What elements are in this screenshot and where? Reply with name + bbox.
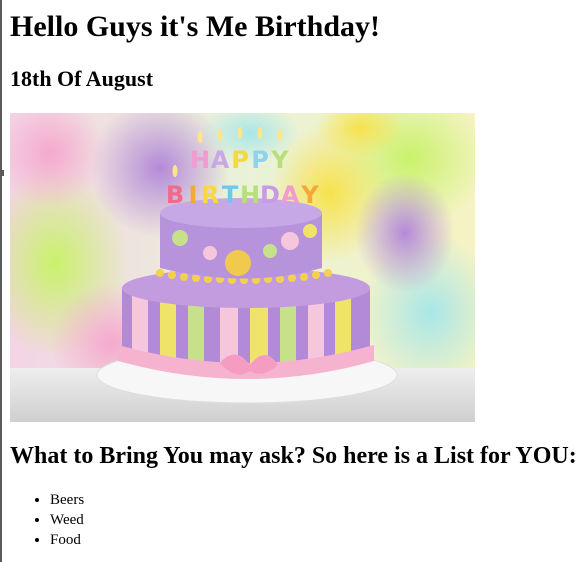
svg-text:R: R xyxy=(201,181,219,209)
svg-text:Y: Y xyxy=(300,181,319,209)
svg-text:P: P xyxy=(231,146,249,174)
svg-text:H: H xyxy=(240,181,260,209)
window-edge-mark xyxy=(0,170,4,176)
window-left-edge xyxy=(0,0,4,562)
list-heading: What to Bring You may ask? So here is a … xyxy=(10,443,577,469)
svg-text:H: H xyxy=(190,146,210,174)
svg-text:B: B xyxy=(166,181,184,209)
bring-list: Beers Weed Food xyxy=(10,490,84,550)
svg-text:P: P xyxy=(251,146,269,174)
svg-text:A: A xyxy=(281,181,300,209)
svg-text:T: T xyxy=(222,181,239,209)
list-item: Weed xyxy=(50,510,84,530)
birthday-date: 18th Of August xyxy=(10,66,154,91)
svg-text:Y: Y xyxy=(270,146,289,174)
list-item: Food xyxy=(50,530,84,550)
svg-text:D: D xyxy=(260,181,280,209)
birthday-cake-image: H A P P Y B I R T H D A Y xyxy=(10,113,475,422)
page-title: Hello Guys it's Me Birthday! xyxy=(10,10,380,43)
list-item: Beers xyxy=(50,490,84,510)
svg-text:A: A xyxy=(211,146,230,174)
svg-text:I: I xyxy=(189,181,198,209)
